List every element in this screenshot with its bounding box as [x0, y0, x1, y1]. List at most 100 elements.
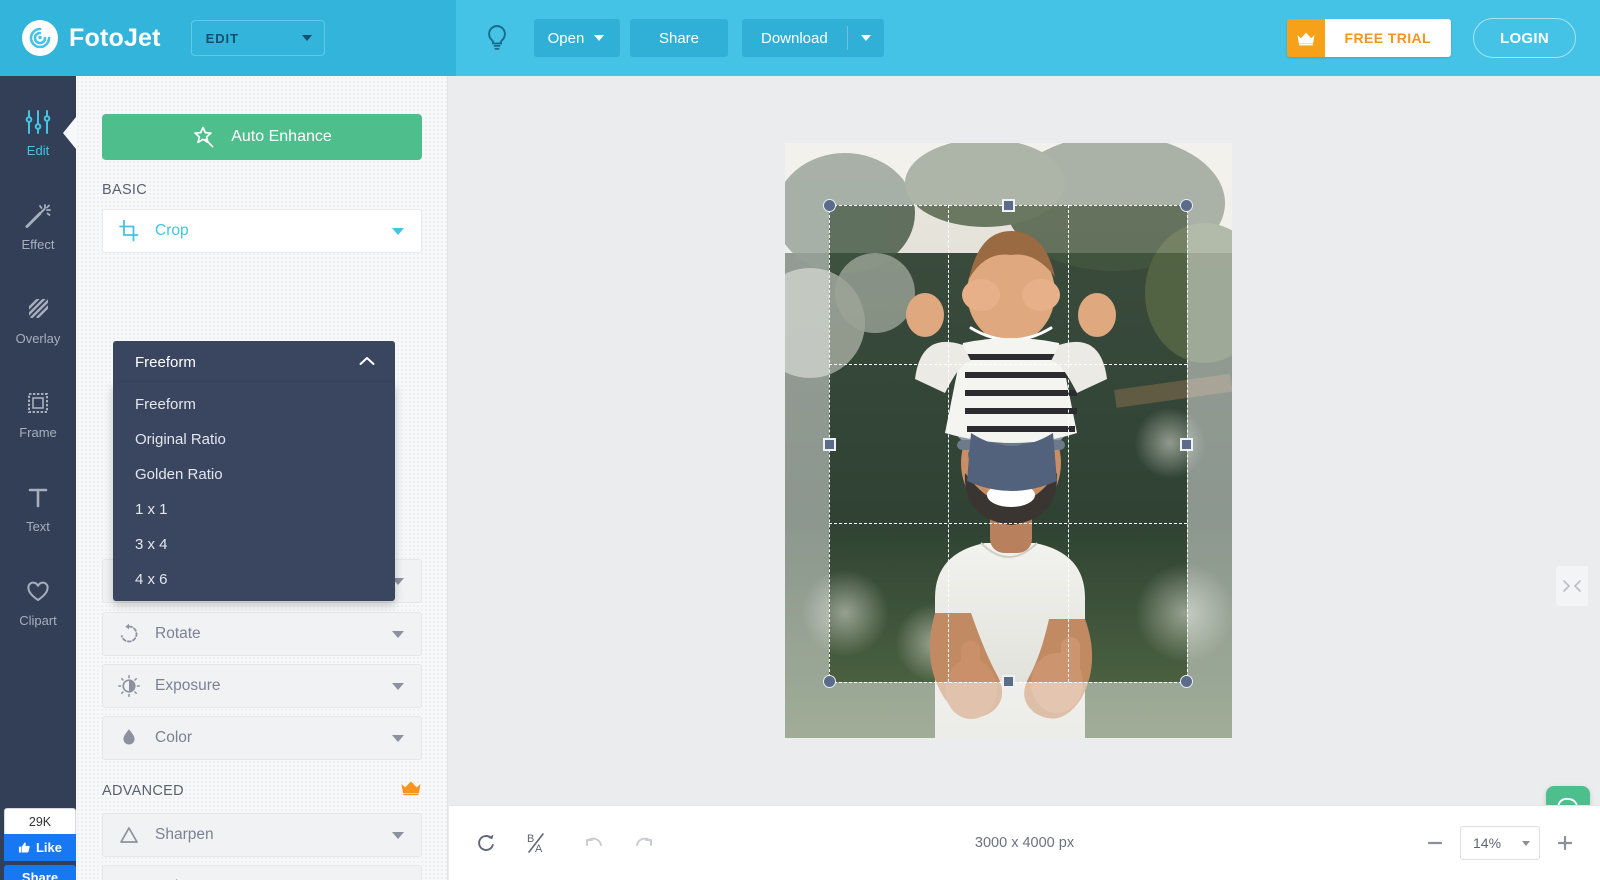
crop-handle-top-left[interactable]	[823, 199, 836, 212]
tool-row-dehaze[interactable]: Dehaze	[102, 865, 422, 880]
lightbulb-icon[interactable]	[470, 11, 524, 65]
crop-selection-box[interactable]	[823, 199, 1193, 688]
chevron-down-icon	[392, 734, 404, 742]
zoom-controls: 14%	[1424, 826, 1576, 860]
share-label: Share	[21, 870, 59, 880]
header-brand-area: FotoJet EDIT	[0, 0, 456, 76]
zoom-level-select[interactable]: 14%	[1460, 826, 1540, 860]
tool-row-label: Sharpen	[155, 826, 214, 843]
facebook-like-button[interactable]: Like	[4, 834, 76, 861]
tool-row-label: Rotate	[155, 625, 201, 642]
sidebar-item-effect[interactable]: Effect	[0, 180, 76, 274]
login-button[interactable]: LOGIN	[1473, 18, 1576, 58]
crop-guide-v2	[1067, 205, 1069, 682]
chevron-down-icon	[860, 35, 871, 41]
ratio-option-1x1[interactable]: 1 x 1	[113, 492, 395, 527]
facebook-share-button[interactable]: Share	[4, 865, 76, 880]
droplet-icon	[103, 727, 155, 749]
ratio-option-freeform[interactable]: Freeform	[113, 387, 395, 422]
chevron-down-icon	[1522, 840, 1530, 846]
crop-handle-top-center[interactable]	[1002, 199, 1015, 212]
edit-tool-panel: Auto Enhance BASIC Crop Rotate Exposure …	[76, 76, 448, 880]
crop-handle-bottom-left[interactable]	[823, 675, 836, 688]
sidebar-item-text[interactable]: Text	[0, 462, 76, 556]
zoom-level-value: 14%	[1473, 835, 1502, 851]
download-button-label: Download	[761, 29, 828, 47]
svg-text:A: A	[535, 843, 543, 855]
share-button-label: Share	[658, 29, 700, 47]
crown-icon	[1286, 19, 1325, 57]
crop-handle-top-right[interactable]	[1180, 199, 1193, 212]
download-button[interactable]: Download	[742, 19, 884, 57]
tool-row-rotate[interactable]: Rotate	[102, 612, 422, 656]
like-count: 29K	[4, 808, 76, 834]
chevron-down-icon	[392, 831, 404, 839]
flip-icon[interactable]	[471, 828, 501, 858]
crop-icon	[103, 220, 155, 242]
login-button-label: LOGIN	[1500, 29, 1549, 47]
chevron-down-icon	[392, 227, 404, 235]
zoom-out-button[interactable]	[1424, 832, 1446, 854]
aspect-ratio-dropdown-list: Freeform Original Ratio Golden Ratio 1 x…	[113, 383, 395, 601]
download-dropdown-toggle[interactable]	[848, 19, 884, 57]
crop-guide-h1	[829, 363, 1187, 365]
header-account-area: FREE TRIAL LOGIN	[1286, 0, 1576, 76]
auto-enhance-label: Auto Enhance	[231, 128, 332, 145]
aspect-ratio-selected-value: Freeform	[135, 353, 196, 371]
share-button[interactable]: Share	[630, 19, 728, 57]
app-header: FotoJet EDIT Open Share Download FREE TR…	[0, 0, 1600, 76]
chevron-down-icon	[594, 35, 605, 41]
crown-icon	[400, 780, 422, 802]
tool-row-sharpen[interactable]: Sharpen	[102, 813, 422, 857]
text-contrast-icon[interactable]: B A	[521, 828, 551, 858]
sidebar-item-edit[interactable]: Edit	[0, 86, 76, 180]
crop-handle-middle-right[interactable]	[1180, 437, 1193, 451]
panel-collapse-button[interactable]	[1556, 566, 1588, 606]
sidebar-item-label: Frame	[19, 425, 57, 440]
like-label: Like	[35, 840, 62, 855]
ratio-option-original-ratio[interactable]: Original Ratio	[113, 422, 395, 457]
ratio-option-4x6[interactable]: 4 x 6	[113, 562, 395, 597]
tool-row-color[interactable]: Color	[102, 716, 422, 760]
fotojet-editor-app: FotoJet EDIT Open Share Download FREE TR…	[0, 0, 1600, 880]
ratio-option-golden-ratio[interactable]: Golden Ratio	[113, 457, 395, 492]
crop-dim-right	[1187, 205, 1232, 682]
free-trial-button[interactable]: FREE TRIAL	[1286, 19, 1451, 57]
tool-row-exposure[interactable]: Exposure	[102, 664, 422, 708]
magic-wand-icon	[25, 204, 51, 228]
app-title: FotoJet	[69, 23, 161, 52]
thumbs-up-icon	[18, 842, 30, 853]
sliders-icon	[25, 110, 51, 134]
chevron-down-icon	[392, 630, 404, 638]
auto-enhance-button[interactable]: Auto Enhance	[102, 114, 422, 160]
crop-guide-h2	[829, 522, 1187, 524]
sidebar-item-label: Clipart	[19, 613, 57, 628]
collapse-arrows-icon	[1563, 580, 1581, 592]
aspect-ratio-dropdown-toggle[interactable]: Freeform	[113, 341, 395, 383]
chevron-up-icon	[359, 353, 375, 371]
fotojet-spiral-logo-icon[interactable]	[22, 20, 58, 56]
undo-icon[interactable]	[579, 828, 609, 858]
mode-select-edit[interactable]: EDIT	[190, 20, 325, 56]
crop-handle-middle-left[interactable]	[823, 437, 836, 451]
redo-icon[interactable]	[629, 828, 659, 858]
tool-row-label: Color	[155, 729, 193, 746]
sidebar-item-label: Overlay	[15, 331, 61, 346]
facebook-social-widget: 29K Like Share	[4, 808, 76, 880]
sidebar-item-overlay[interactable]: Overlay	[0, 274, 76, 368]
heart-icon	[27, 581, 49, 602]
chevron-down-icon	[392, 682, 404, 690]
zoom-in-button[interactable]	[1554, 832, 1576, 854]
sidebar-item-label: Effect	[21, 237, 55, 252]
sidebar-item-clipart[interactable]: Clipart	[0, 556, 76, 650]
rotate-icon	[103, 623, 155, 645]
crop-handle-bottom-right[interactable]	[1180, 675, 1193, 688]
crop-handle-bottom-center[interactable]	[1002, 675, 1015, 688]
ratio-option-3x4[interactable]: 3 x 4	[113, 527, 395, 562]
section-title-basic: BASIC	[102, 182, 148, 198]
sidebar-item-frame[interactable]: Frame	[0, 368, 76, 462]
tool-row-crop[interactable]: Crop	[102, 209, 422, 253]
open-button[interactable]: Open	[534, 19, 620, 57]
crop-guide-v1	[948, 205, 950, 682]
free-trial-label: FREE TRIAL	[1324, 19, 1451, 57]
